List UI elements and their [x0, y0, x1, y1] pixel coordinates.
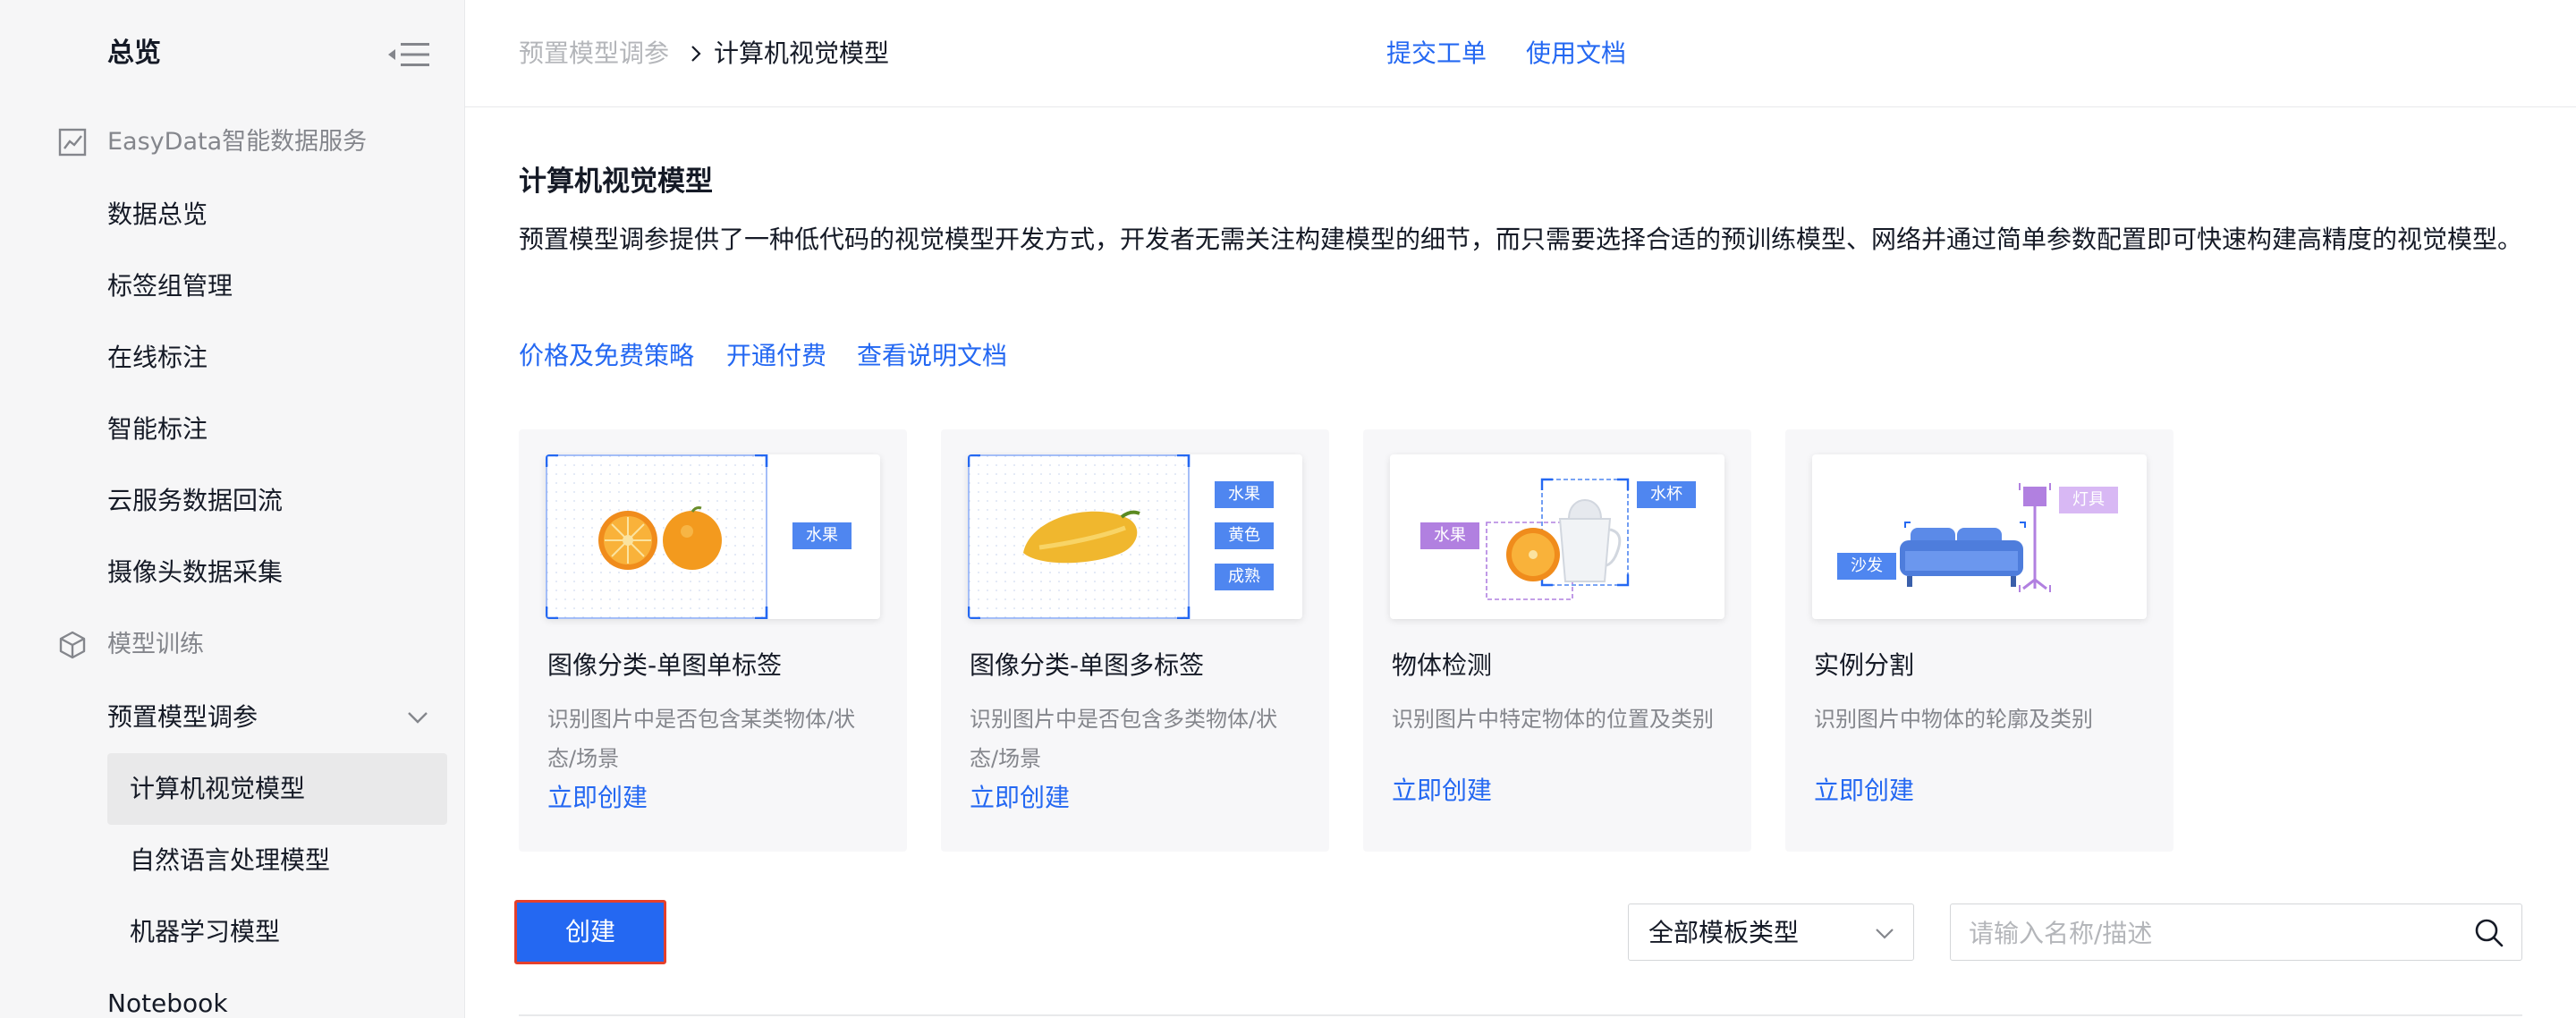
template-card-instance-segmentation[interactable]: 沙发 灯具 实例分割 识别图片中物体的轮廓及类别 立即创建	[1785, 429, 2174, 852]
template-type-select[interactable]: 全部模板类型	[1628, 903, 1914, 961]
sidebar-item-camera-data-collection[interactable]: 摄像头数据采集	[107, 544, 447, 601]
sidebar-group-label: 模型训练	[107, 631, 204, 658]
card-tag-label: 沙发	[1851, 556, 1883, 575]
pricing-policy-link[interactable]: 价格及免费策略	[519, 336, 694, 376]
page-title: 计算机视觉模型	[519, 165, 713, 198]
card-title: 物体检测	[1392, 650, 1493, 680]
card-tag-label: 水果	[806, 526, 838, 545]
collapse-menu-icon[interactable]	[386, 39, 431, 70]
create-now-link[interactable]: 立即创建	[970, 778, 1070, 818]
create-now-link[interactable]: 立即创建	[1392, 771, 1492, 810]
template-card-multi-label-classification[interactable]: 水果黄色成熟 图像分类-单图多标签 识别图片中是否包含多类物体/状态/场景 立即…	[941, 429, 1329, 852]
table-top-divider	[519, 1014, 2522, 1016]
breadcrumb-current: 计算机视觉模型	[714, 38, 890, 68]
card-illustration: 水果 水杯	[1390, 454, 1724, 619]
sidebar-group-easydata[interactable]: EasyData智能数据服务	[0, 107, 465, 179]
card-illustration: 水果 黄色 成熟	[968, 454, 1302, 619]
sidebar-item-notebook[interactable]: Notebook	[107, 975, 447, 1018]
sidebar-item-label: 预置模型调参	[107, 702, 258, 732]
card-description: 识别图片中特定物体的位置及类别	[1392, 707, 1714, 732]
user-docs-link[interactable]: 使用文档	[1526, 34, 1626, 73]
sidebar-item-data-overview[interactable]: 数据总览	[107, 186, 447, 243]
search-input[interactable]	[1969, 912, 2452, 954]
cube-icon	[57, 630, 88, 660]
chevron-down-icon	[1874, 924, 1895, 942]
breadcrumb-parent-link[interactable]: 预置模型调参	[519, 34, 669, 73]
card-tag-label: 水果	[1434, 526, 1466, 545]
card-tag-label: 水杯	[1650, 485, 1682, 504]
create-now-link[interactable]: 立即创建	[547, 778, 648, 818]
sidebar-item-computer-vision-model[interactable]: 计算机视觉模型	[107, 753, 447, 825]
enable-payment-link[interactable]: 开通付费	[726, 336, 826, 376]
sidebar-item-nlp-model[interactable]: 自然语言处理模型	[107, 825, 447, 896]
card-title: 实例分割	[1814, 650, 1915, 680]
search-icon[interactable]	[2473, 917, 2505, 949]
create-now-link[interactable]: 立即创建	[1814, 771, 1914, 810]
template-card-object-detection[interactable]: 水果 水杯 物体检测 识别图片中特定物体的位置及类别 立即创建	[1363, 429, 1751, 852]
card-description: 识别图片中是否包含多类物体/状态/场景	[970, 707, 1278, 771]
select-value: 全部模板类型	[1648, 918, 1800, 947]
sidebar-title-overview[interactable]: 总览	[107, 34, 161, 73]
sidebar-item-preset-model-tuning[interactable]: 预置模型调参	[107, 689, 447, 746]
sidebar: 总览 EasyData智能数据服务 数据总览 标签组管理 在线标注 智能标注 云…	[0, 0, 465, 1018]
page-description: 预置模型调参提供了一种低代码的视觉模型开发方式，开发者无需关注构建模型的细节，而…	[519, 225, 2523, 254]
submit-ticket-link[interactable]: 提交工单	[1386, 34, 1487, 73]
card-illustration: 水果	[546, 454, 880, 619]
card-description: 识别图片中是否包含某类物体/状态/场景	[547, 707, 856, 771]
sidebar-header: 总览	[0, 0, 465, 107]
chevron-down-icon	[406, 708, 429, 726]
card-tag-label: 黄色	[1228, 526, 1260, 545]
sidebar-item-machine-learning-model[interactable]: 机器学习模型	[107, 896, 447, 968]
sidebar-group-label: EasyData智能数据服务	[107, 128, 368, 156]
card-tag-label: 水果	[1228, 485, 1260, 504]
chart-line-icon	[57, 127, 88, 157]
sidebar-item-online-labeling[interactable]: 在线标注	[107, 329, 447, 386]
card-description: 识别图片中物体的轮廓及类别	[1814, 707, 2093, 732]
view-docs-link[interactable]: 查看说明文档	[857, 336, 1007, 376]
create-button[interactable]: 创建	[514, 900, 666, 964]
sidebar-group-model-training[interactable]: 模型训练	[0, 610, 465, 682]
search-box	[1950, 903, 2522, 961]
sidebar-item-tag-groups[interactable]: 标签组管理	[107, 258, 447, 315]
card-tag-label: 灯具	[2072, 490, 2105, 509]
top-header: 预置模型调参 计算机视觉模型 提交工单 使用文档	[465, 0, 2576, 107]
sidebar-item-smart-labeling[interactable]: 智能标注	[107, 401, 447, 458]
card-illustration: 沙发 灯具	[1812, 454, 2147, 619]
card-tag-label: 成熟	[1228, 567, 1260, 586]
card-title: 图像分类-单图多标签	[970, 650, 1205, 680]
chevron-right-icon	[687, 43, 705, 64]
template-card-single-label-classification[interactable]: 水果 图像分类-单图单标签 识别图片中是否包含某类物体/状态/场景 立即创建	[519, 429, 907, 852]
sidebar-item-cloud-data-reflow[interactable]: 云服务数据回流	[107, 472, 447, 530]
card-title: 图像分类-单图单标签	[547, 650, 783, 680]
